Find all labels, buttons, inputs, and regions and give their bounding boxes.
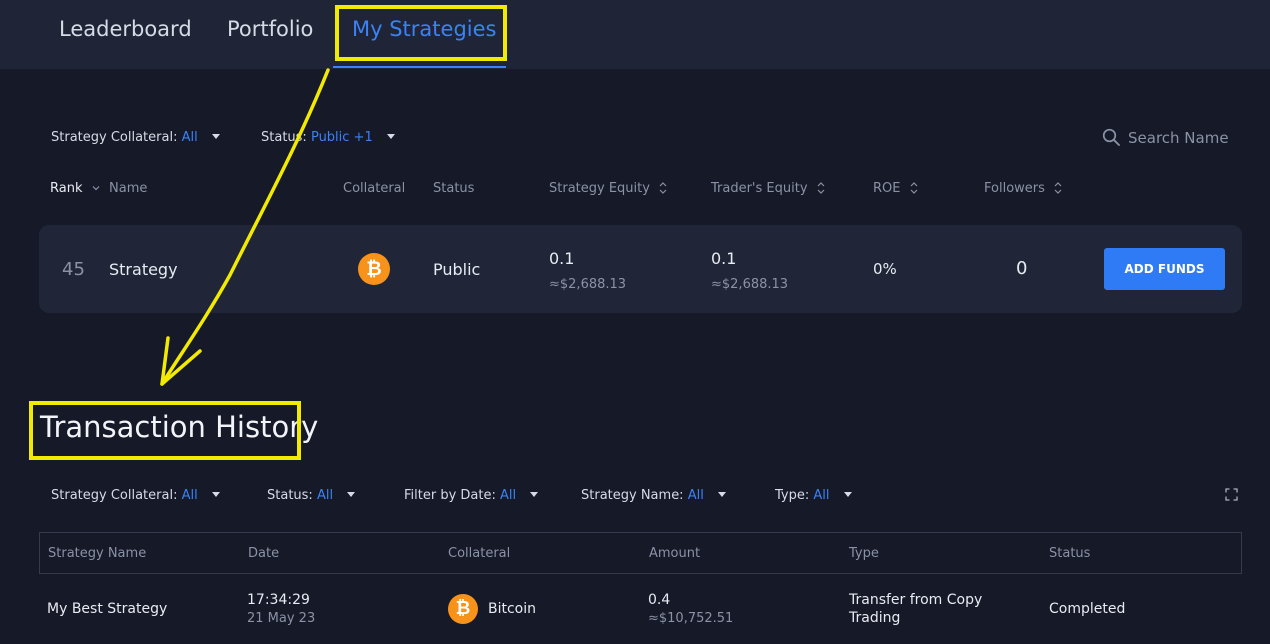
tx-date-filter[interactable]: Filter by Date: All: [404, 488, 539, 503]
tx-collateral-filter[interactable]: Strategy Collateral: All: [51, 488, 220, 503]
highlight-box-transaction-history: [29, 401, 301, 460]
expand-icon[interactable]: [1225, 488, 1238, 501]
tx-date: 21 May 23: [247, 611, 316, 626]
filter-label: Filter by Date:: [404, 488, 496, 503]
chevron-down-icon: [347, 492, 356, 497]
filter-label: Strategy Name:: [581, 488, 684, 503]
tx-strategy-name-filter[interactable]: Strategy Name: All: [581, 488, 726, 503]
chevron-down-icon: [717, 492, 726, 497]
filter-value: All: [813, 488, 830, 503]
filter-value: All: [316, 488, 334, 503]
filter-label: Status:: [267, 488, 313, 503]
filter-label: Type:: [775, 488, 810, 503]
tx-header-collateral: Collateral: [448, 546, 511, 561]
tx-strategy-name: My Best Strategy: [47, 601, 168, 617]
chevron-down-icon: [530, 492, 539, 497]
filter-value: All: [181, 488, 198, 503]
filter-value: All: [500, 488, 517, 503]
tx-amount-usd: ≈$10,752.51: [648, 611, 734, 626]
tx-status-filter[interactable]: Status: All: [267, 488, 356, 503]
tx-type-filter[interactable]: Type: All: [775, 488, 852, 503]
transaction-table-header: Strategy Name Date Collateral Amount Typ…: [39, 532, 1242, 574]
tx-collateral: Bitcoin: [488, 601, 537, 617]
filter-label: Strategy Collateral:: [51, 488, 178, 503]
tx-type-line2: Trading: [849, 610, 901, 626]
tx-header-status: Status: [1049, 546, 1091, 561]
chevron-down-icon: [211, 492, 220, 497]
tx-header-amount: Amount: [649, 546, 701, 561]
filter-value: All: [687, 488, 704, 503]
tx-time: 17:34:29: [247, 592, 310, 608]
tx-type-line1: Transfer from Copy: [849, 592, 983, 608]
tx-status: Completed: [1049, 601, 1126, 617]
tx-header-date: Date: [248, 546, 280, 561]
tx-header-type: Type: [849, 546, 879, 561]
tx-amount: 0.4: [648, 592, 671, 608]
tx-header-strategy-name: Strategy Name: [48, 546, 147, 561]
chevron-down-icon: [843, 492, 852, 497]
bitcoin-icon: ₿: [448, 594, 478, 624]
